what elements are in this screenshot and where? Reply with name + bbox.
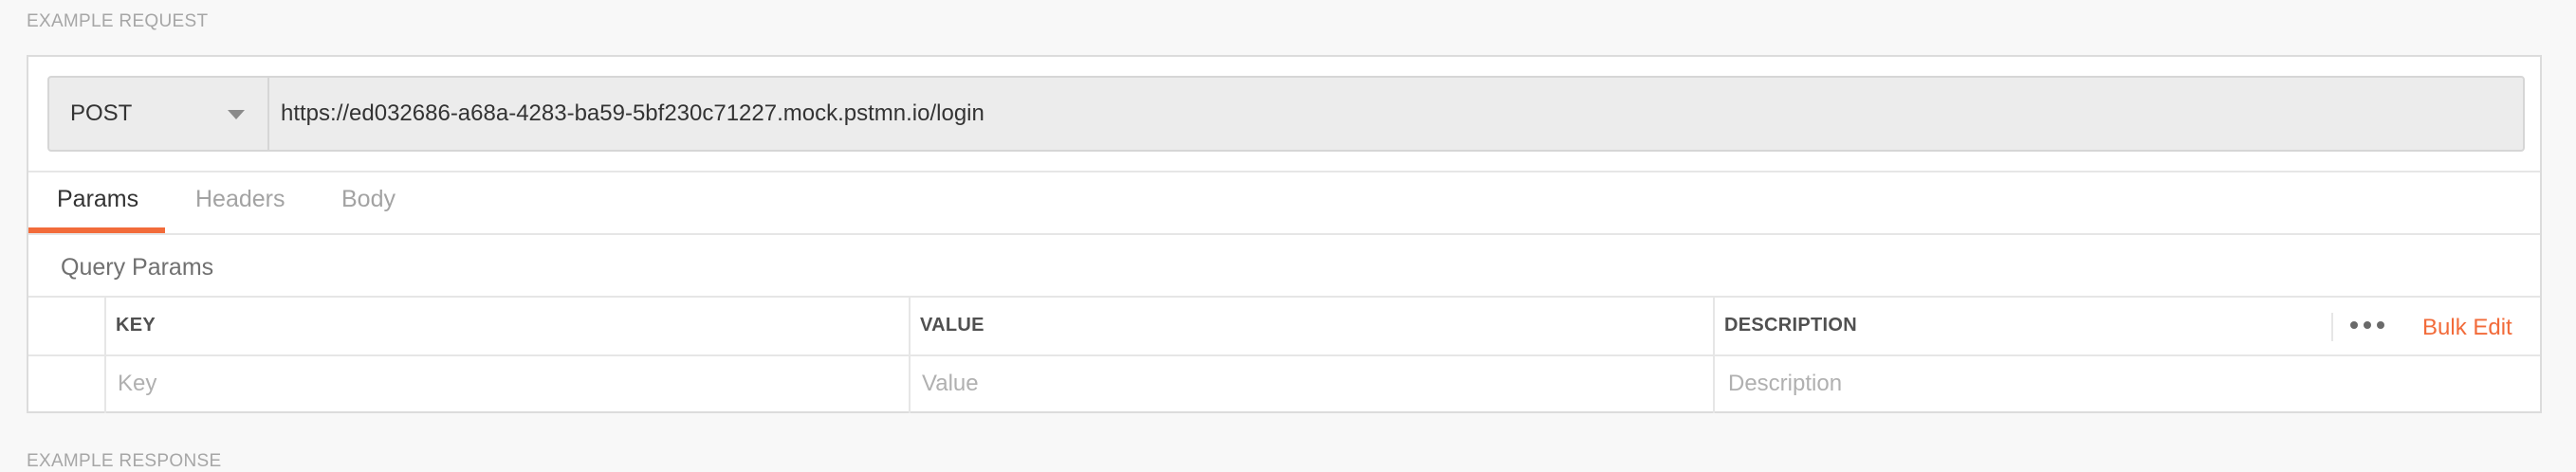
url-bar: POST: [47, 76, 2525, 152]
request-card: POST Params Headers Body Query Params KE…: [27, 55, 2542, 413]
column-header-value: VALUE: [920, 315, 984, 336]
param-key-input[interactable]: [118, 360, 895, 408]
example-response-label: EXAMPLE RESPONSE: [27, 451, 222, 471]
tab-body[interactable]: Body: [341, 186, 396, 213]
more-dot: [2377, 321, 2384, 329]
column-header-description: DESCRIPTION: [1724, 315, 1857, 336]
divider: [28, 233, 2540, 235]
example-request-label: EXAMPLE REQUEST: [27, 11, 209, 31]
divider: [28, 296, 2540, 298]
more-dot: [2350, 321, 2358, 329]
bulk-edit-button[interactable]: Bulk Edit: [2422, 315, 2512, 341]
more-dot: [2364, 321, 2371, 329]
column-divider: [2331, 313, 2333, 341]
divider: [28, 171, 2540, 172]
method-dropdown[interactable]: POST: [49, 78, 269, 150]
query-params-title: Query Params: [61, 254, 214, 281]
column-header-key: KEY: [116, 315, 156, 336]
divider: [28, 354, 2540, 356]
chevron-down-icon: [228, 110, 245, 119]
url-input[interactable]: [281, 78, 2519, 150]
param-description-input[interactable]: [1728, 360, 2506, 408]
tab-params[interactable]: Params: [57, 186, 138, 213]
more-horizontal-icon[interactable]: [2348, 315, 2386, 334]
method-label: POST: [70, 100, 133, 126]
param-value-input[interactable]: [922, 360, 1700, 408]
tab-headers[interactable]: Headers: [195, 186, 285, 213]
